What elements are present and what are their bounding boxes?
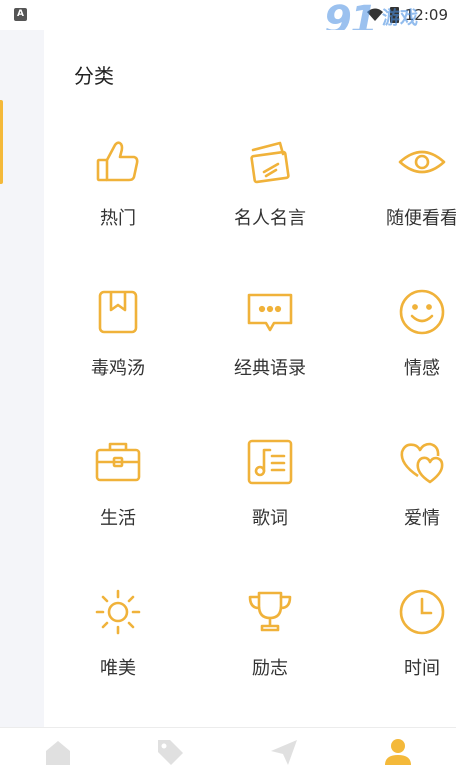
trophy-icon bbox=[244, 586, 296, 638]
send-icon bbox=[271, 740, 297, 765]
wifi-icon bbox=[366, 8, 383, 21]
category-label: 唯美 bbox=[100, 658, 136, 679]
category-inspiration[interactable]: 励志 bbox=[200, 576, 340, 696]
category-time[interactable]: 时间 bbox=[352, 576, 456, 696]
category-label: 热门 bbox=[100, 208, 136, 229]
category-browse[interactable]: 随便看看 bbox=[352, 126, 456, 246]
nav-label bbox=[378, 770, 418, 782]
category-famous-quotes[interactable]: 名人名言 bbox=[200, 126, 340, 246]
nav-label bbox=[264, 770, 304, 782]
category-emotion[interactable]: 情感 bbox=[352, 276, 456, 396]
category-label: 随便看看 bbox=[386, 208, 456, 229]
nav-tags[interactable] bbox=[150, 736, 190, 776]
category-hot[interactable]: 热门 bbox=[48, 126, 188, 246]
category-label: 名人名言 bbox=[234, 208, 306, 229]
category-toxic-soup[interactable]: 毒鸡汤 bbox=[48, 276, 188, 396]
nav-profile[interactable] bbox=[378, 736, 418, 776]
bottom-nav bbox=[0, 727, 456, 782]
nav-home[interactable] bbox=[38, 736, 78, 776]
briefcase-icon bbox=[92, 436, 144, 488]
tag-icon bbox=[158, 740, 183, 765]
category-label: 励志 bbox=[252, 658, 288, 679]
category-label: 时间 bbox=[404, 658, 440, 679]
sidebar[interactable] bbox=[0, 30, 44, 727]
sun-icon bbox=[92, 586, 144, 638]
category-love[interactable]: 爱情 bbox=[352, 426, 456, 546]
chat-bubble-icon bbox=[244, 286, 296, 338]
nav-label bbox=[38, 770, 78, 782]
cards-icon bbox=[244, 136, 296, 188]
status-icons: 12:09 bbox=[366, 6, 448, 24]
hearts-icon bbox=[396, 436, 448, 488]
user-icon bbox=[385, 739, 411, 765]
category-panel: 分类 热门 名人名言 随便看看 毒鸡汤 经典语录 情感 生活 歌词 爱情 唯美 … bbox=[44, 30, 456, 727]
category-life[interactable]: 生活 bbox=[48, 426, 188, 546]
status-time: 12:09 bbox=[404, 6, 448, 24]
music-note-icon bbox=[244, 436, 296, 488]
home-icon bbox=[46, 741, 70, 765]
section-title: 分类 bbox=[74, 64, 114, 88]
status-bar: A 12:09 bbox=[0, 0, 456, 30]
category-lyrics[interactable]: 歌词 bbox=[200, 426, 340, 546]
eye-icon bbox=[396, 136, 448, 188]
clock-icon bbox=[396, 586, 448, 638]
nav-send[interactable] bbox=[264, 736, 304, 776]
category-label: 毒鸡汤 bbox=[91, 358, 145, 379]
smiley-icon bbox=[396, 286, 448, 338]
category-label: 经典语录 bbox=[234, 358, 306, 379]
category-label: 爱情 bbox=[404, 508, 440, 529]
category-label: 生活 bbox=[100, 508, 136, 529]
category-label: 情感 bbox=[404, 358, 440, 379]
notification-badge: A bbox=[14, 8, 27, 21]
category-beauty[interactable]: 唯美 bbox=[48, 576, 188, 696]
bookmark-book-icon bbox=[92, 286, 144, 338]
thumbs-up-icon bbox=[92, 136, 144, 188]
nav-label bbox=[150, 770, 190, 782]
category-label: 歌词 bbox=[252, 508, 288, 529]
category-classic-quotes[interactable]: 经典语录 bbox=[200, 276, 340, 396]
battery-icon bbox=[389, 7, 399, 23]
sidebar-active-indicator bbox=[0, 100, 3, 184]
